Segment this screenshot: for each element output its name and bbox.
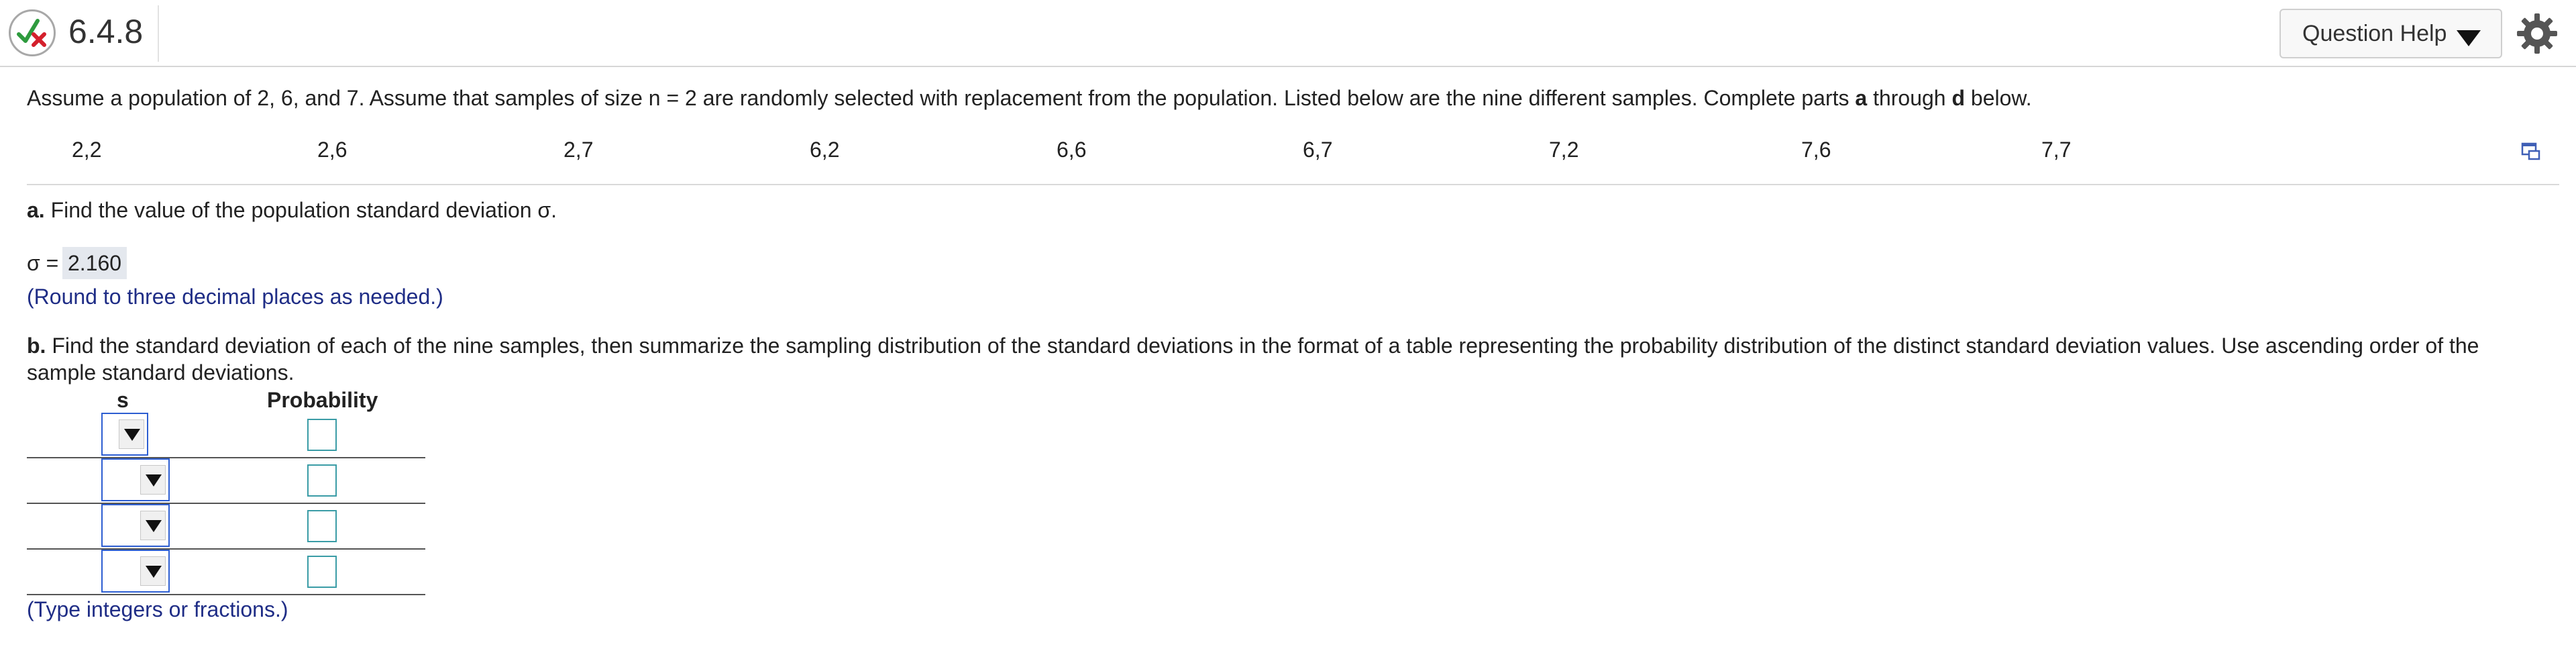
probability-input-3[interactable] <box>307 510 337 542</box>
gear-icon[interactable] <box>2516 12 2559 55</box>
question-help-button[interactable]: Question Help <box>2279 9 2502 58</box>
sample-item: 2,7 <box>564 138 594 162</box>
table-row-divider <box>27 503 425 504</box>
s-value-select-1[interactable] <box>101 413 148 456</box>
sample-item: 6,6 <box>1057 138 1087 162</box>
sample-item: 6,7 <box>1303 138 1333 162</box>
part-b-prompt-line1: b. Find the standard deviation of each o… <box>27 334 2479 358</box>
sample-item: 2,6 <box>317 138 347 162</box>
part-b-prompt-line2: sample standard deviations. <box>27 360 294 385</box>
part-b-hint: (Type integers or fractions.) <box>27 597 288 621</box>
table-row-divider <box>27 594 425 595</box>
triangle-down-icon <box>2457 30 2481 46</box>
sample-item: 7,6 <box>1801 138 1831 162</box>
dropdown-arrow-icon <box>119 419 144 449</box>
table-row-divider <box>27 457 425 458</box>
sample-item: 7,7 <box>2041 138 2072 162</box>
sigma-label: σ = <box>27 251 59 275</box>
sigma-answer-field[interactable]: 2.160 <box>62 247 127 279</box>
column-header-s: s <box>117 388 129 412</box>
probability-input-4[interactable] <box>307 556 337 588</box>
dropdown-arrow-icon <box>140 556 166 586</box>
partial-check-cross-icon <box>9 9 56 56</box>
question-header: 6.4.8 Question Help <box>0 0 2576 67</box>
header-divider <box>158 5 159 62</box>
dropdown-arrow-icon <box>140 465 166 495</box>
intro-text: Assume a population of 2, 6, and 7. Assu… <box>27 86 2032 110</box>
sample-item: 7,2 <box>1549 138 1579 162</box>
sample-item: 2,2 <box>72 138 102 162</box>
probability-input-1[interactable] <box>307 419 337 451</box>
table-row-divider <box>27 548 425 550</box>
samples-list: 2,2 2,6 2,7 6,2 6,6 6,7 7,2 7,6 7,7 <box>0 138 2576 170</box>
s-value-select-4[interactable] <box>101 550 170 593</box>
question-number: 6.4.8 <box>68 13 144 50</box>
column-header-probability: Probability <box>267 388 378 412</box>
s-value-select-2[interactable] <box>101 458 170 501</box>
section-divider <box>27 184 2559 185</box>
question-help-label: Question Help <box>2302 21 2447 46</box>
part-a-hint: (Round to three decimal places as needed… <box>27 285 443 309</box>
probability-input-2[interactable] <box>307 464 337 497</box>
dropdown-arrow-icon <box>140 511 166 540</box>
part-a-prompt: a. Find the value of the population stan… <box>27 198 557 222</box>
s-value-select-3[interactable] <box>101 504 170 547</box>
expand-window-icon[interactable] <box>2521 142 2541 162</box>
sample-item: 6,2 <box>810 138 840 162</box>
